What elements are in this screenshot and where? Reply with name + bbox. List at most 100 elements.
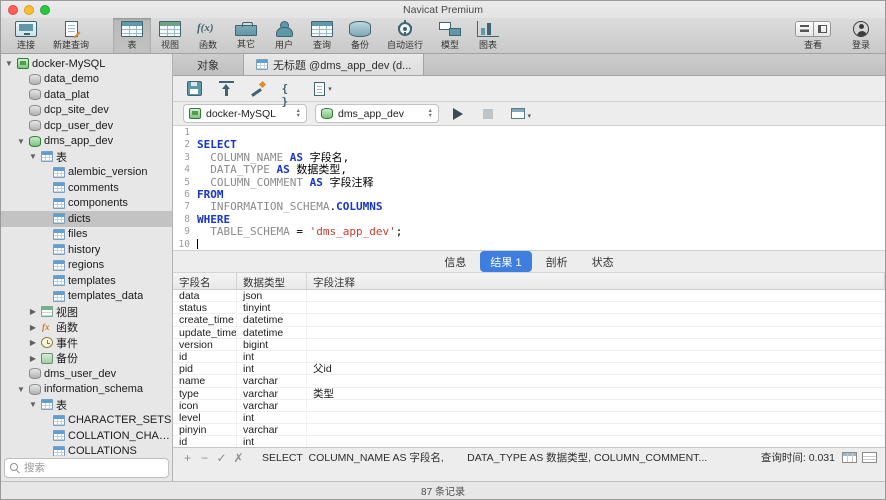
- editor-line[interactable]: 5 COLUMN_COMMENT AS 字段注释: [173, 177, 885, 189]
- cell[interactable]: [307, 424, 885, 435]
- cell[interactable]: [307, 314, 885, 325]
- apply-changes-button[interactable]: ✓: [215, 451, 228, 465]
- cell[interactable]: update_time: [173, 327, 237, 338]
- toolbar-button-view-mode[interactable]: 查看: [787, 18, 839, 53]
- table-row[interactable]: idint: [173, 351, 885, 363]
- toolbar-button-charts[interactable]: 图表: [469, 18, 507, 53]
- tree-item-COLLATIONS[interactable]: COLLATIONS: [1, 444, 172, 457]
- stop-button[interactable]: [477, 104, 499, 124]
- cell[interactable]: varchar: [237, 400, 307, 411]
- cell[interactable]: int: [237, 351, 307, 362]
- cell[interactable]: id: [173, 436, 237, 447]
- table-row[interactable]: create_timedatetime: [173, 314, 885, 326]
- explain-button[interactable]: [507, 104, 529, 124]
- table-row[interactable]: levelint: [173, 412, 885, 424]
- sidebar-search-box[interactable]: [4, 458, 169, 478]
- form-view-icon[interactable]: [862, 452, 877, 463]
- tree-item-备份[interactable]: ▶备份: [1, 351, 172, 367]
- toolbar-button-user[interactable]: 用户: [265, 18, 303, 53]
- tree-item-templates_data[interactable]: templates_data: [1, 289, 172, 305]
- editor-line[interactable]: 7 INFORMATION_SCHEMA.COLUMNS: [173, 201, 885, 213]
- result-tab-profile[interactable]: 剖析: [536, 251, 578, 272]
- column-header-3[interactable]: 字段注释: [307, 273, 885, 289]
- close-button[interactable]: [8, 5, 18, 15]
- toolbar-button-model[interactable]: 模型: [431, 18, 469, 53]
- table-row[interactable]: namevarchar: [173, 375, 885, 387]
- tree-item-dicts[interactable]: dicts: [1, 211, 172, 227]
- column-header-1[interactable]: 字段名: [173, 273, 237, 289]
- cell[interactable]: varchar: [237, 375, 307, 386]
- toolbar-button-query[interactable]: 查询: [303, 18, 341, 53]
- tree-item-data_plat[interactable]: data_plat: [1, 87, 172, 103]
- code-snippet-button[interactable]: [277, 79, 303, 99]
- table-row[interactable]: typevarchar类型: [173, 388, 885, 400]
- editor-line[interactable]: 1: [173, 127, 885, 139]
- toolbar-button-table[interactable]: 表: [113, 18, 151, 53]
- cell[interactable]: [307, 412, 885, 423]
- cell[interactable]: name: [173, 375, 237, 386]
- tree-item-事件[interactable]: ▶事件: [1, 335, 172, 351]
- editor-line[interactable]: 10: [173, 239, 885, 251]
- tree-item-dcp_site_dev[interactable]: dcp_site_dev: [1, 103, 172, 119]
- table-row[interactable]: statustinyint: [173, 302, 885, 314]
- cell[interactable]: [307, 339, 885, 350]
- tree-item-regions[interactable]: regions: [1, 258, 172, 274]
- cell[interactable]: int: [237, 436, 307, 447]
- chevron-down-icon[interactable]: ▼: [28, 152, 38, 161]
- toolbar-button-new-query[interactable]: 新建查询: [45, 18, 97, 53]
- database-select[interactable]: dms_app_dev: [315, 104, 439, 123]
- cell[interactable]: [307, 351, 885, 362]
- cell[interactable]: datetime: [237, 327, 307, 338]
- run-button[interactable]: [447, 104, 469, 124]
- sql-editor[interactable]: 12SELECT3 COLUMN_NAME AS 字段名,4 DATA_TYPE…: [173, 126, 885, 251]
- cell[interactable]: [307, 400, 885, 411]
- chevron-down-icon[interactable]: ▼: [16, 385, 26, 394]
- cell[interactable]: [307, 290, 885, 301]
- cell[interactable]: [307, 302, 885, 313]
- cell[interactable]: status: [173, 302, 237, 313]
- editor-line[interactable]: 9 TABLE_SCHEMA = 'dms_app_dev';: [173, 226, 885, 238]
- tree-item-dcp_user_dev[interactable]: dcp_user_dev: [1, 118, 172, 134]
- table-row[interactable]: versionbigint: [173, 339, 885, 351]
- result-tab-result-1[interactable]: 结果 1: [480, 251, 531, 272]
- tree-item-表[interactable]: ▼表: [1, 397, 172, 413]
- chevron-right-icon[interactable]: ▶: [28, 354, 38, 363]
- tree-item-dms_app_dev[interactable]: ▼dms_app_dev: [1, 134, 172, 150]
- tree-item-CHARACTER_SETS[interactable]: CHARACTER_SETS: [1, 413, 172, 429]
- cell[interactable]: varchar: [237, 388, 307, 399]
- toolbar-button-automation[interactable]: 自动运行: [379, 18, 431, 53]
- list-view-button[interactable]: [796, 22, 813, 36]
- tree-item-comments[interactable]: comments: [1, 180, 172, 196]
- export-button[interactable]: [213, 79, 239, 99]
- chevron-down-icon[interactable]: ▼: [16, 137, 26, 146]
- table-row[interactable]: idint: [173, 436, 885, 447]
- tree-item-dms_user_dev[interactable]: dms_user_dev: [1, 366, 172, 382]
- toolbar-button-connection[interactable]: 连接: [7, 18, 45, 53]
- tab-objects[interactable]: 对象: [173, 54, 244, 75]
- tab-untitled-query[interactable]: 无标题 @dms_app_dev (d...: [244, 54, 424, 75]
- chevron-right-icon[interactable]: ▶: [28, 338, 38, 347]
- chevron-right-icon[interactable]: ▶: [28, 323, 38, 332]
- tree-item-templates[interactable]: templates: [1, 273, 172, 289]
- toolbar-button-view[interactable]: 视图: [151, 18, 189, 53]
- chevron-right-icon[interactable]: ▶: [28, 307, 38, 316]
- cell[interactable]: [307, 327, 885, 338]
- chevron-down-icon[interactable]: ▼: [4, 59, 14, 68]
- table-row[interactable]: update_timedatetime: [173, 327, 885, 339]
- table-row[interactable]: pidint父id: [173, 363, 885, 375]
- cell[interactable]: data: [173, 290, 237, 301]
- delete-record-button[interactable]: −: [198, 451, 211, 465]
- zoom-button[interactable]: [40, 5, 50, 15]
- discard-changes-button[interactable]: ✗: [232, 451, 245, 465]
- cell[interactable]: json: [237, 290, 307, 301]
- tree-item-函数[interactable]: ▶函数: [1, 320, 172, 336]
- beautify-sql-button[interactable]: [245, 79, 271, 99]
- text-button[interactable]: ▾: [309, 79, 335, 99]
- cell[interactable]: create_time: [173, 314, 237, 325]
- toolbar-button-login[interactable]: 登录: [843, 18, 879, 53]
- cell[interactable]: version: [173, 339, 237, 350]
- table-row[interactable]: datajson: [173, 290, 885, 302]
- toolbar-button-backup[interactable]: 备份: [341, 18, 379, 53]
- column-header-2[interactable]: 数据类型: [237, 273, 307, 289]
- toolbar-button-others[interactable]: 其它: [227, 18, 265, 53]
